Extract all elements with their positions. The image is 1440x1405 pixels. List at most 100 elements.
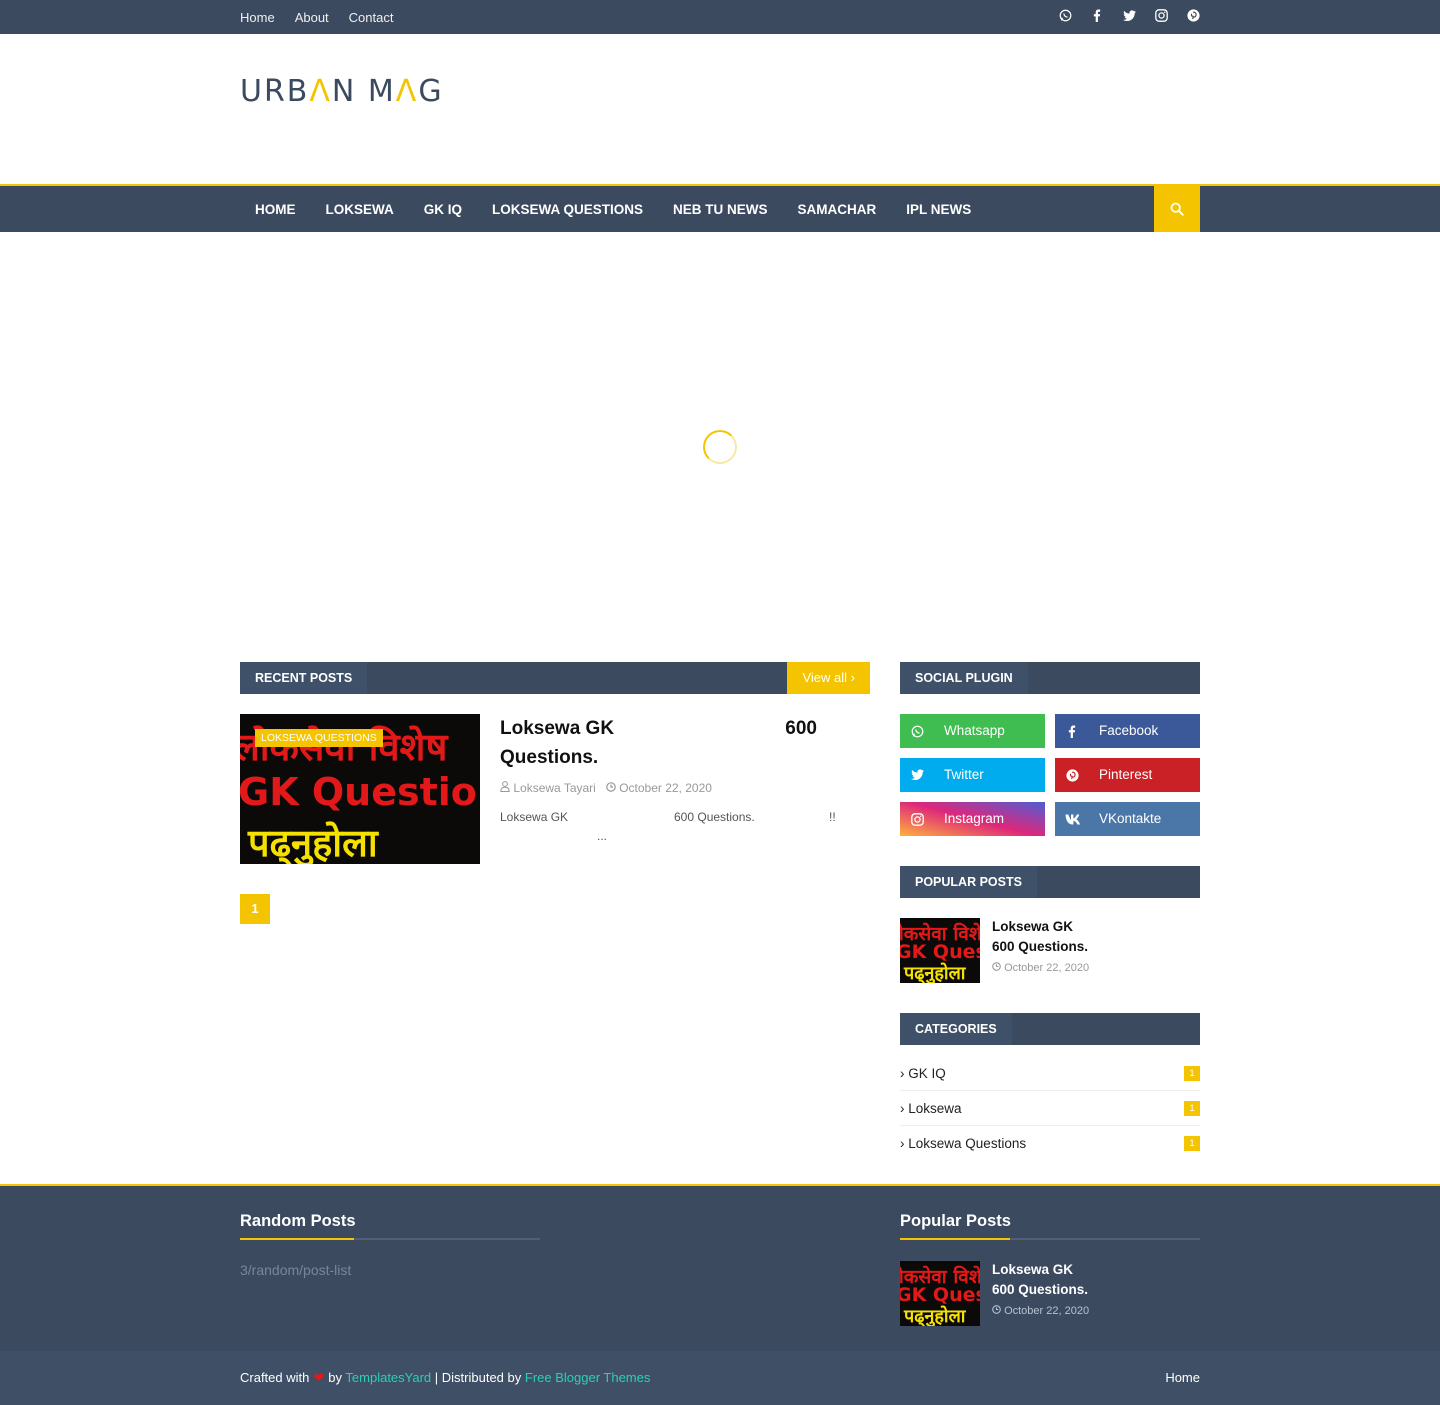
pagination-page-1[interactable]: 1: [240, 894, 270, 924]
top-link-about[interactable]: About: [295, 10, 329, 25]
footer-popular-post-date: October 22, 2020: [992, 1305, 1089, 1317]
top-link-home[interactable]: Home: [240, 10, 275, 25]
twitter-label: Twitter: [944, 767, 984, 782]
nav-menu: Home Loksewa GK IQ Loksewa Questions NEB…: [240, 186, 1200, 232]
snippet-part-1: Loksewa GK: [500, 810, 569, 824]
view-all-label: View all: [802, 670, 848, 685]
mini-thumb-text-2: GK Question: [900, 1284, 980, 1306]
view-all-button[interactable]: View all ›: [787, 662, 870, 694]
thumb-text-3: पढ्नुहोला: [248, 821, 378, 864]
category-count: 1: [1184, 1066, 1200, 1081]
categories-title: Categories: [900, 1013, 1012, 1045]
main-nav: Home Loksewa GK IQ Loksewa Questions NEB…: [0, 184, 1440, 232]
footer-random-posts-text: 3/random/post-list: [240, 1262, 352, 1278]
post-title[interactable]: Loksewa GK 600 Questions.: [500, 714, 820, 772]
templatesyard-link[interactable]: TemplatesYard: [345, 1370, 431, 1385]
clock-icon: [606, 781, 619, 795]
pinterest-button[interactable]: Pinterest: [1055, 758, 1200, 792]
instagram-icon[interactable]: [1154, 9, 1168, 25]
heart-icon: ❤: [313, 1370, 325, 1385]
category-item-gk-iq[interactable]: › GK IQ 1: [900, 1056, 1200, 1091]
instagram-button[interactable]: Instagram: [900, 802, 1045, 836]
snippet-part-3: !!: [829, 810, 836, 824]
category-label: Loksewa Questions: [908, 1136, 1027, 1151]
credit-by-text: by: [328, 1370, 343, 1385]
category-item-loksewa[interactable]: › Loksewa 1: [900, 1091, 1200, 1126]
category-label: Loksewa: [908, 1101, 962, 1116]
facebook-button[interactable]: Facebook: [1055, 714, 1200, 748]
nav-item-loksewa-questions[interactable]: Loksewa Questions: [477, 202, 658, 217]
mini-thumb-text-3: पढ्नुहोला: [904, 963, 966, 983]
facebook-icon: [1065, 714, 1079, 748]
top-links: Home About Contact: [240, 0, 393, 34]
popular-title-line-1: Loksewa GK: [992, 919, 1074, 934]
mini-thumb-text-2: GK Question: [900, 941, 980, 963]
category-label: GK IQ: [908, 1066, 946, 1081]
whatsapp-icon[interactable]: [1058, 9, 1072, 25]
nav-item-home[interactable]: Home: [240, 202, 311, 217]
category-count: 1: [1184, 1136, 1200, 1151]
post-author-name[interactable]: Loksewa Tayari: [513, 781, 596, 795]
chevron-right-icon: ›: [900, 1066, 905, 1081]
nav-item-samachar[interactable]: Samachar: [783, 202, 892, 217]
free-blogger-themes-link[interactable]: Free Blogger Themes: [525, 1370, 651, 1385]
credit-distributed-text: | Distributed by: [434, 1370, 522, 1385]
nav-item-neb-tu-news[interactable]: NEB TU News: [658, 202, 783, 217]
chevron-right-icon: ›: [900, 1101, 905, 1116]
whatsapp-label: Whatsapp: [944, 723, 1005, 738]
footer-popular-thumbnail[interactable]: लोकसेवा विशेष GK Question पढ्नुहोला: [900, 1261, 980, 1326]
snippet-ellipsis: ...: [597, 829, 608, 843]
categories-header: Categories: [900, 1013, 1200, 1045]
post-title-number: 600: [785, 718, 817, 739]
pinterest-icon[interactable]: [1186, 9, 1200, 25]
popular-post-title[interactable]: Loksewa GK 600 Questions.: [992, 917, 1088, 957]
recent-posts-title: Recent Posts: [240, 662, 368, 694]
post-meta: Loksewa Tayari October 22, 2020: [500, 781, 712, 795]
whatsapp-button[interactable]: Whatsapp: [900, 714, 1045, 748]
footer-popular-post-title[interactable]: Loksewa GK 600 Questions.: [992, 1260, 1088, 1300]
facebook-label: Facebook: [1099, 723, 1159, 738]
popular-posts-header: Popular Posts: [900, 866, 1200, 898]
mini-thumb-text-3: पढ्नुहोला: [904, 1306, 966, 1326]
bottom-home-link[interactable]: Home: [1165, 1351, 1200, 1405]
twitter-icon[interactable]: [1122, 9, 1136, 25]
popular-title-line-2: 600 Questions.: [992, 939, 1089, 954]
logo-accent-1: Λ: [309, 74, 332, 109]
site-footer: [0, 1184, 1440, 1351]
post-author: Loksewa Tayari: [500, 781, 596, 795]
recent-posts-header: Recent Posts View all ›: [240, 662, 870, 694]
footer-random-posts-title: Random Posts: [240, 1212, 356, 1230]
top-bar: Home About Contact: [0, 0, 1440, 34]
popular-date-text: October 22, 2020: [1004, 962, 1090, 974]
footer-popular-date-text: October 22, 2020: [1004, 1305, 1090, 1317]
logo-text-1: URB: [240, 74, 310, 109]
site-logo[interactable]: URBΛN MΛG: [240, 74, 444, 109]
bottom-bar: Crafted with ❤ by TemplatesYard | Distribu…: [0, 1351, 1440, 1405]
popular-post-thumbnail[interactable]: लोकसेवा विशेष GK Question पढ्नुहोला: [900, 918, 980, 983]
facebook-icon[interactable]: [1090, 9, 1104, 25]
logo-accent-2: Λ: [395, 74, 419, 109]
twitter-icon: [910, 758, 924, 792]
chevron-right-icon: ›: [900, 1136, 905, 1151]
whatsapp-icon: [910, 714, 924, 748]
clock-icon: [992, 1305, 1001, 1317]
post-title-line-2: Questions.: [500, 747, 599, 768]
top-link-contact[interactable]: Contact: [349, 10, 394, 25]
thumb-text-2: GK Question: [240, 770, 480, 814]
site-header: URBΛN MΛG: [0, 34, 1440, 184]
popular-post-date: October 22, 2020: [992, 962, 1089, 974]
footer-popular-title-line-2: 600 Questions.: [992, 1282, 1089, 1297]
post-title-line-1: Loksewa GK: [500, 718, 615, 739]
post-category-badge[interactable]: Loksewa Questions: [255, 729, 383, 747]
twitter-button[interactable]: Twitter: [900, 758, 1045, 792]
vkontakte-button[interactable]: VKontakte: [1055, 802, 1200, 836]
nav-item-ipl-news[interactable]: IPL News: [891, 202, 986, 217]
logo-text-2: N M: [331, 74, 396, 109]
category-item-loksewa-questions[interactable]: › Loksewa Questions 1: [900, 1126, 1200, 1161]
nav-item-gk-iq[interactable]: GK IQ: [409, 202, 477, 217]
social-plugin-title: Social Plugin: [900, 662, 1028, 694]
search-button[interactable]: [1154, 186, 1200, 232]
snippet-part-2: 600 Questions.: [674, 810, 755, 824]
logo-text-3: G: [418, 74, 444, 109]
nav-item-loksewa[interactable]: Loksewa: [311, 202, 409, 217]
